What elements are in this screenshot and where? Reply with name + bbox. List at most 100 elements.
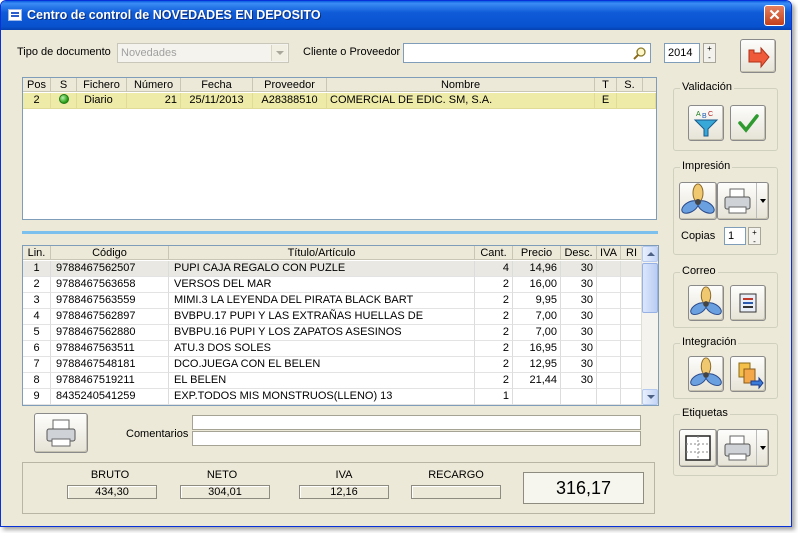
item-iva: [597, 325, 621, 341]
items-scrollbar[interactable]: [641, 246, 658, 405]
col-s2[interactable]: S.: [617, 78, 643, 92]
documents-table[interactable]: Pos S Fichero Número Fecha Proveedor Nom…: [22, 77, 657, 220]
item-iva: [597, 293, 621, 309]
item-codigo: 9788467563511: [51, 341, 169, 357]
propeller-icon: [690, 286, 722, 316]
copias-spinner[interactable]: + -: [748, 227, 761, 246]
col-t[interactable]: T: [595, 78, 617, 92]
status-dot-icon: [58, 94, 69, 104]
items-table[interactable]: Lin. Código Título/Artículo Cant. Precio…: [22, 245, 659, 406]
correo-config-button[interactable]: [688, 285, 724, 321]
cliente-proveedor-input[interactable]: [403, 43, 651, 63]
col-s[interactable]: S: [51, 78, 77, 92]
cliente-proveedor-label: Cliente o Proveedor: [303, 46, 401, 58]
table-row[interactable]: 7 9788467548181 DCO.JUEGA CON EL BELEN 2 12,…: [23, 357, 643, 373]
table-row[interactable]: 2 Diario 21 25/11/2013 A28388510 COMERCI…: [23, 93, 656, 109]
year-spinner[interactable]: + -: [703, 43, 716, 63]
table-row[interactable]: 6 9788467563511 ATU.3 DOS SOLES 2 16,95 30: [23, 341, 643, 357]
tipo-documento-select[interactable]: Novedades: [117, 43, 289, 63]
validate-check-button[interactable]: [730, 105, 766, 141]
item-desc: 30: [561, 325, 597, 341]
items-header: Lin. Código Título/Artículo Cant. Precio…: [23, 246, 658, 260]
table-row[interactable]: 2 9788467563658 VERSOS DEL MAR 2 16,00 30: [23, 277, 643, 293]
doc-nombre: COMERCIAL DE EDIC. SM, S.A.: [327, 93, 595, 109]
table-row[interactable]: 3 9788467563559 MIMI.3 LA LEYENDA DEL PIRA…: [23, 293, 643, 309]
scroll-down-icon[interactable]: [642, 389, 658, 405]
col-ri[interactable]: RI: [621, 246, 643, 260]
print-labels-button[interactable]: [717, 429, 769, 467]
table-row[interactable]: 1 9788467562507 PUPI CAJA REGALO CON PUZLE…: [23, 261, 643, 277]
col-desc[interactable]: Desc.: [561, 246, 597, 260]
print-button[interactable]: [717, 182, 769, 220]
scroll-thumb[interactable]: [642, 263, 658, 313]
exit-button[interactable]: [740, 39, 776, 73]
print-labels-dropdown-icon[interactable]: [756, 430, 768, 466]
integracion-config-button[interactable]: [688, 356, 724, 392]
col-iva[interactable]: IVA: [597, 246, 621, 260]
col-nombre[interactable]: Nombre: [327, 78, 595, 92]
col-titulo[interactable]: Título/Artículo: [169, 246, 475, 260]
chevron-down-icon[interactable]: [271, 45, 287, 61]
col-precio[interactable]: Precio: [513, 246, 561, 260]
col-codigo[interactable]: Código: [51, 246, 169, 260]
table-row[interactable]: 9 8435240541259 EXP.TODOS MIS MONSTRUOS(LL…: [23, 389, 643, 405]
col-numero[interactable]: Número: [127, 78, 181, 92]
item-iva: [597, 357, 621, 373]
table-row[interactable]: 8 9788467519211 EL BELEN 2 21,44 30: [23, 373, 643, 389]
comentarios-input-2[interactable]: [192, 431, 641, 446]
close-button[interactable]: ✕: [764, 5, 785, 26]
table-row[interactable]: 4 9788467562897 BVBPU.17 PUPI Y LAS EXTRAÑ…: [23, 309, 643, 325]
bruto-label: BRUTO: [90, 469, 130, 481]
comentarios-input-1[interactable]: [192, 415, 641, 430]
item-desc: [561, 389, 597, 405]
copias-label: Copias: [681, 230, 716, 242]
integration-icon: [738, 362, 764, 390]
col-lin[interactable]: Lin.: [23, 246, 51, 260]
validate-filter-button[interactable]: A B C: [688, 105, 724, 141]
year-spin-down[interactable]: -: [704, 53, 715, 62]
send-email-button[interactable]: [730, 285, 766, 321]
item-titulo: PUPI CAJA REGALO CON PUZLE: [169, 261, 475, 277]
col-proveedor[interactable]: Proveedor: [253, 78, 327, 92]
copias-spin-up[interactable]: +: [749, 228, 760, 237]
item-iva: [597, 373, 621, 389]
year-spin-up[interactable]: +: [704, 44, 715, 53]
tipo-documento-label: Tipo de documento: [17, 46, 111, 58]
search-icon[interactable]: [632, 46, 647, 61]
year-input[interactable]: 2014: [664, 43, 700, 63]
doc-status: [51, 93, 77, 109]
item-ri: [621, 389, 643, 405]
item-cant: 2: [475, 341, 513, 357]
item-codigo: 9788467548181: [51, 357, 169, 373]
col-cant[interactable]: Cant.: [475, 246, 513, 260]
item-cant: 4: [475, 261, 513, 277]
item-desc: 30: [561, 277, 597, 293]
table-row[interactable]: 5 9788467562880 BVBPU.16 PUPI Y LOS ZAPATO…: [23, 325, 643, 341]
print-list-button[interactable]: [34, 413, 88, 453]
item-desc: 30: [561, 309, 597, 325]
col-fichero[interactable]: Fichero: [77, 78, 127, 92]
recargo-value: [411, 485, 501, 499]
item-lin: 8: [23, 373, 51, 389]
main-window: Centro de control de NOVEDADES EN DEPOSI…: [0, 0, 792, 527]
item-titulo: MIMI.3 LA LEYENDA DEL PIRATA BLACK BART: [169, 293, 475, 309]
labels-layout-button[interactable]: [679, 429, 717, 467]
item-titulo: VERSOS DEL MAR: [169, 277, 475, 293]
neto-label: NETO: [206, 469, 238, 481]
propeller-icon: [690, 357, 722, 387]
print-dropdown-icon[interactable]: [756, 183, 768, 219]
print-config-button[interactable]: [679, 182, 717, 220]
scroll-up-icon[interactable]: [642, 246, 658, 262]
copias-spin-down[interactable]: -: [749, 237, 760, 246]
integrate-button[interactable]: [730, 356, 766, 392]
email-export-icon: [739, 293, 757, 313]
col-pos[interactable]: Pos: [23, 78, 51, 92]
copias-input[interactable]: 1: [724, 227, 746, 245]
item-lin: 7: [23, 357, 51, 373]
documents-header: Pos S Fichero Número Fecha Proveedor Nom…: [23, 78, 656, 92]
col-fecha[interactable]: Fecha: [181, 78, 253, 92]
doc-pos: 2: [23, 93, 51, 109]
splitter[interactable]: [22, 231, 658, 234]
item-lin: 6: [23, 341, 51, 357]
item-codigo: 9788467563559: [51, 293, 169, 309]
